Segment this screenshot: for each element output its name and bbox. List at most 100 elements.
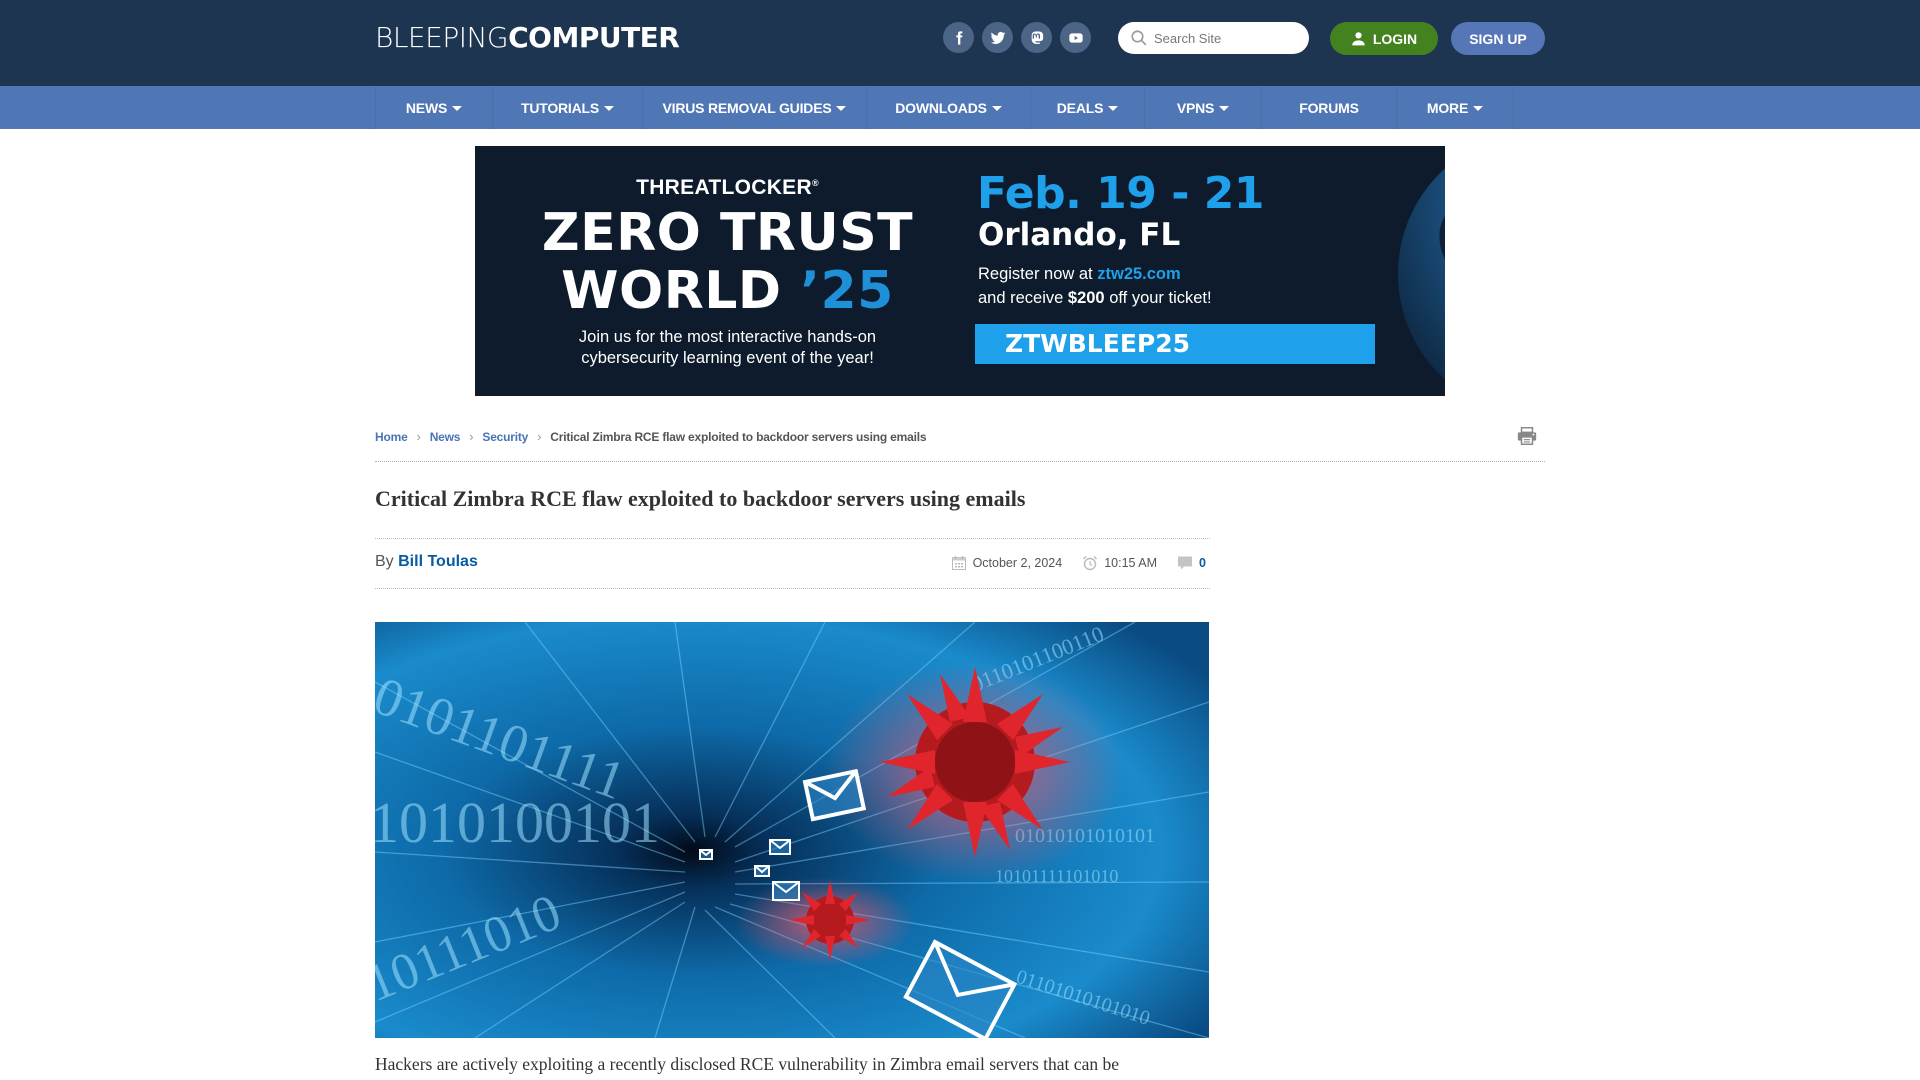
- nav-item-virus-removal-guides[interactable]: VIRUS REMOVAL GUIDES: [643, 86, 867, 129]
- headline-year: ’25: [800, 261, 894, 321]
- breadcrumb-current: Critical Zimbra RCE flaw exploited to ba…: [550, 429, 927, 444]
- headline-part: E: [580, 203, 617, 263]
- article-title: Critical Zimbra RCE flaw exploited to ba…: [375, 486, 1026, 511]
- time-text: 10:15 AM: [1104, 556, 1158, 570]
- meta-divider: [375, 588, 1210, 589]
- youtube-button[interactable]: [1060, 22, 1091, 53]
- date-text: October 2, 2024: [972, 556, 1063, 570]
- ad-banner[interactable]: THREATLOCKER® ZERO TRUST WORLD ’25 Join …: [475, 146, 1445, 396]
- registered-mark: ®: [811, 178, 819, 188]
- nav-label: DOWNLOADS: [895, 99, 987, 116]
- ad-tagline-line: cybersecurity learning event of the year…: [581, 349, 874, 367]
- youtube-icon: [1068, 32, 1083, 43]
- caret-down-icon: [452, 105, 463, 111]
- by-label: By: [375, 553, 399, 570]
- ad-dates: Feb. 19 - 21: [977, 168, 1265, 219]
- virus-large: [880, 667, 1070, 857]
- user-icon: [1352, 32, 1365, 46]
- search-box[interactable]: [1118, 22, 1309, 54]
- ad-register: Register now at ztw25.com and receive $2…: [978, 262, 1212, 310]
- nav-item-deals[interactable]: DEALS: [1031, 86, 1145, 129]
- nav-label: VIRUS REMOVAL GUIDES: [662, 99, 832, 116]
- login-label: LOGIN: [1372, 30, 1418, 47]
- article-lead-paragraph: Hackers are actively exploiting a recent…: [375, 1054, 1119, 1074]
- ad-register-text: Register now at: [978, 265, 1098, 283]
- search-icon: [1131, 30, 1147, 46]
- nav-item-more[interactable]: MORE: [1397, 86, 1514, 129]
- article-hero-image: 0101101111 1010100101 10111010 011010110…: [375, 622, 1209, 1038]
- print-icon[interactable]: [1516, 425, 1538, 447]
- nav-item-tutorials[interactable]: TUTORIALS: [493, 86, 643, 129]
- nav-item-vpns[interactable]: VPNS: [1145, 86, 1262, 129]
- ad-headline-line2: WORLD ’25: [475, 262, 980, 320]
- site-logo[interactable]: BLEEPINGCOMPUTER: [375, 21, 680, 54]
- twitter-button[interactable]: [982, 22, 1013, 53]
- mastodon-button[interactable]: [1021, 22, 1052, 53]
- title-divider: [375, 538, 1210, 539]
- calendar-icon: [951, 556, 966, 570]
- promo-code: ZTWBLEEP25: [1005, 329, 1191, 358]
- chevron-right-icon: ›: [416, 429, 421, 444]
- comments-count-text[interactable]: 0: [1199, 556, 1206, 570]
- signup-label: SIGN UP: [1469, 30, 1527, 47]
- caret-down-icon: [991, 105, 1002, 111]
- breadcrumb-news[interactable]: News: [430, 430, 461, 444]
- search-input[interactable]: [1154, 30, 1304, 46]
- ad-headline: ZERO TRUST WORLD ’25: [475, 204, 980, 320]
- ad-headline-line1: ZERO TRUST: [475, 204, 980, 262]
- logo-light-text: BLEEPING: [375, 21, 509, 54]
- virus-small: [790, 880, 870, 960]
- breadcrumb-home[interactable]: Home: [375, 430, 408, 444]
- comment-icon: [1178, 556, 1193, 570]
- nav-label: DEALS: [1056, 99, 1104, 116]
- logo-bold-text: COMPUTER: [508, 21, 680, 54]
- breadcrumb-divider: [375, 461, 1545, 462]
- headline-part: RO TRUST: [616, 203, 914, 263]
- ad-register-link[interactable]: ztw25.com: [1097, 265, 1180, 283]
- chevron-right-icon: ›: [537, 429, 542, 444]
- breadcrumb-security[interactable]: Security: [482, 430, 528, 444]
- login-button[interactable]: LOGIN: [1330, 22, 1438, 55]
- headline-part: WORLD: [561, 261, 801, 321]
- ad-receive-text: off your ticket!: [1104, 289, 1212, 307]
- ad-city: Orlando, FL: [978, 217, 1181, 253]
- caret-down-icon: [604, 105, 615, 111]
- site-header: BLEEPINGCOMPUTER LOGIN SIGN UP: [0, 0, 1920, 86]
- ad-discount: $200: [1067, 289, 1105, 307]
- svg-text:1010100101: 1010100101: [375, 790, 660, 855]
- nav-label: NEWS: [405, 99, 448, 116]
- author-link[interactable]: Bill Toulas: [398, 553, 478, 570]
- facebook-icon: [955, 30, 962, 45]
- ad-tagline-line: Join us for the most interactive hands-o…: [578, 328, 877, 346]
- facebook-button[interactable]: [943, 22, 974, 53]
- signup-button[interactable]: SIGN UP: [1451, 22, 1545, 55]
- comments-count[interactable]: 0: [1177, 555, 1206, 571]
- article-meta: October 2, 2024 10:15 AM 0: [931, 555, 1206, 571]
- nav-label: TUTORIALS: [520, 99, 600, 116]
- nav-item-downloads[interactable]: DOWNLOADS: [867, 86, 1031, 129]
- caret-down-icon: [836, 105, 847, 111]
- caret-down-icon: [1473, 105, 1484, 111]
- article-byline: By Bill Toulas: [375, 553, 478, 571]
- ad-brand: THREATLOCKER®: [475, 176, 980, 200]
- main-nav: NEWS TUTORIALS VIRUS REMOVAL GUIDES DOWN…: [0, 86, 1920, 129]
- social-links: [943, 22, 1091, 53]
- nav-item-news[interactable]: NEWS: [376, 86, 493, 129]
- nav-label: FORUMS: [1299, 99, 1359, 116]
- headline-part: Z: [541, 203, 581, 263]
- nav-menu: NEWS TUTORIALS VIRUS REMOVAL GUIDES DOWN…: [375, 86, 1514, 129]
- ad-tagline: Join us for the most interactive hands-o…: [475, 327, 980, 369]
- ad-brand-text: THREATLOCKER: [636, 176, 812, 199]
- twitter-icon: [990, 31, 1005, 44]
- breadcrumb: Home › News › Security › Critical Zimbra…: [375, 429, 927, 444]
- nav-label: MORE: [1426, 99, 1469, 116]
- mastodon-icon: [1031, 30, 1043, 44]
- chevron-right-icon: ›: [469, 429, 474, 444]
- publish-date: October 2, 2024: [951, 555, 1063, 571]
- nav-label: VPNS: [1176, 99, 1215, 116]
- alarm-clock-icon: [1083, 555, 1098, 571]
- nav-item-forums[interactable]: FORUMS: [1262, 86, 1397, 129]
- caret-down-icon: [1108, 105, 1119, 111]
- ad-receive-text: and receive: [978, 289, 1068, 307]
- publish-time: 10:15 AM: [1082, 555, 1157, 571]
